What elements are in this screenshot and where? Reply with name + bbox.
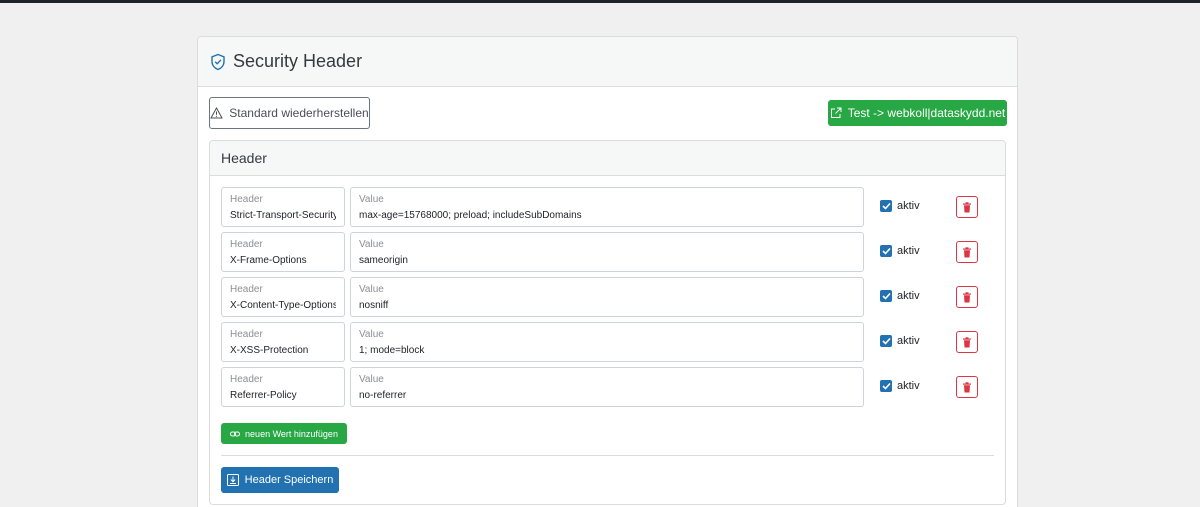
external-link-icon <box>830 107 842 119</box>
header-row: Header X-Content-Type-Options Value nosn… <box>221 277 991 317</box>
add-value-button[interactable]: neuen Wert hinzufügen <box>221 423 347 444</box>
checkmark-icon <box>880 245 892 257</box>
header-value-field[interactable]: Value sameorigin <box>350 232 864 272</box>
checkmark-icon <box>880 200 892 212</box>
active-checkbox[interactable]: aktiv <box>880 290 920 302</box>
header-name-field[interactable]: Header Referrer-Policy <box>221 367 345 407</box>
header-value-text: no-referrer <box>359 390 407 401</box>
save-header-label: Header Speichern <box>244 474 334 486</box>
header-name-field[interactable]: Header Strict-Transport-Security <box>221 187 345 227</box>
header-value-field[interactable]: Value no-referrer <box>350 367 864 407</box>
header-name-label: Header <box>230 374 263 385</box>
delete-row-button[interactable] <box>956 286 978 308</box>
header-section-header: Header <box>210 141 1005 176</box>
active-label: aktiv <box>897 245 920 257</box>
link-icon <box>230 431 241 437</box>
active-checkbox[interactable]: aktiv <box>880 335 920 347</box>
header-row: Header Referrer-Policy Value no-referrer… <box>221 367 991 407</box>
trash-icon <box>962 246 972 258</box>
security-header-card: Security Header Standard wiederherstelle… <box>197 36 1018 507</box>
header-name-value: Referrer-Policy <box>230 390 297 401</box>
header-value-label: Value <box>359 194 384 205</box>
header-value-label: Value <box>359 284 384 295</box>
header-name-label: Header <box>230 329 263 340</box>
header-name-value: X-Frame-Options <box>230 255 307 266</box>
header-value-text: 1; mode=block <box>359 345 425 356</box>
header-name-field[interactable]: Header X-Frame-Options <box>221 232 345 272</box>
download-icon <box>226 474 239 486</box>
card-header: Security Header <box>198 37 1017 87</box>
header-section: Header Header Strict-Transport-Security … <box>209 140 1006 505</box>
restore-defaults-label: Standard wiederherstellen <box>229 106 369 120</box>
header-value-text: sameorigin <box>359 255 408 266</box>
active-label: aktiv <box>897 290 920 302</box>
active-checkbox[interactable]: aktiv <box>880 245 920 257</box>
checkmark-icon <box>880 380 892 392</box>
trash-icon <box>962 201 972 213</box>
header-row: Header X-XSS-Protection Value 1; mode=bl… <box>221 322 991 362</box>
checkmark-icon <box>880 290 892 302</box>
divider <box>221 455 994 456</box>
header-row: Header X-Frame-Options Value sameorigin … <box>221 232 991 272</box>
test-webkoll-button[interactable]: Test -> webkoll|dataskydd.net <box>828 100 1007 126</box>
header-row: Header Strict-Transport-Security Value m… <box>221 187 991 227</box>
header-name-value: X-XSS-Protection <box>230 345 309 356</box>
active-label: aktiv <box>897 380 920 392</box>
header-value-label: Value <box>359 239 384 250</box>
save-header-button[interactable]: Header Speichern <box>221 467 339 493</box>
header-name-value: Strict-Transport-Security <box>230 210 336 221</box>
header-value-text: nosniff <box>359 300 389 311</box>
add-value-label: neuen Wert hinzufügen <box>245 428 338 439</box>
header-name-field[interactable]: Header X-XSS-Protection <box>221 322 345 362</box>
shield-check-icon <box>209 53 227 71</box>
header-section-title: Header <box>221 150 267 166</box>
admin-top-bar <box>0 0 1200 3</box>
header-name-field[interactable]: Header X-Content-Type-Options <box>221 277 345 317</box>
delete-row-button[interactable] <box>956 331 978 353</box>
header-name-value: X-Content-Type-Options <box>230 300 336 311</box>
trash-icon <box>962 381 972 393</box>
checkmark-icon <box>880 335 892 347</box>
trash-icon <box>962 336 972 348</box>
warning-icon <box>210 107 224 119</box>
header-name-label: Header <box>230 194 263 205</box>
test-webkoll-label: Test -> webkoll|dataskydd.net <box>847 106 1006 120</box>
active-label: aktiv <box>897 335 920 347</box>
header-value-field[interactable]: Value 1; mode=block <box>350 322 864 362</box>
header-value-field[interactable]: Value nosniff <box>350 277 864 317</box>
header-name-label: Header <box>230 239 263 250</box>
page-title: Security Header <box>233 51 363 71</box>
header-name-label: Header <box>230 284 263 295</box>
header-value-text: max-age=15768000; preload; includeSubDom… <box>359 210 582 221</box>
header-value-label: Value <box>359 329 384 340</box>
header-value-field[interactable]: Value max-age=15768000; preload; include… <box>350 187 864 227</box>
delete-row-button[interactable] <box>956 241 978 263</box>
active-checkbox[interactable]: aktiv <box>880 380 920 392</box>
delete-row-button[interactable] <box>956 196 978 218</box>
trash-icon <box>962 291 972 303</box>
header-value-label: Value <box>359 374 384 385</box>
restore-defaults-button[interactable]: Standard wiederherstellen <box>209 97 370 129</box>
active-checkbox[interactable]: aktiv <box>880 200 920 212</box>
delete-row-button[interactable] <box>956 376 978 398</box>
active-label: aktiv <box>897 200 920 212</box>
